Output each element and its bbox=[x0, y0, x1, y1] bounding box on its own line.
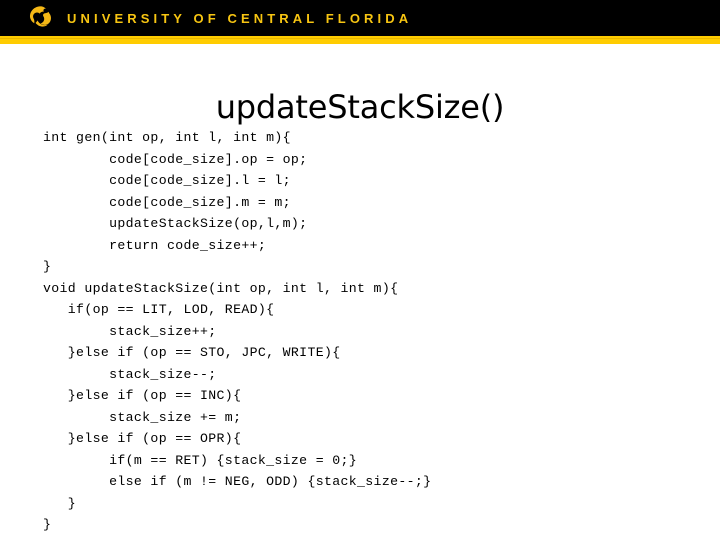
code-line: code[code_size].op = op; bbox=[43, 151, 308, 167]
ucf-pegasus-logo-icon bbox=[29, 6, 52, 27]
code-block: int gen(int op, int l, int m){ code[code… bbox=[43, 127, 703, 536]
slide-title: updateStackSize() bbox=[215, 88, 505, 127]
code-line: stack_size++; bbox=[43, 323, 217, 339]
code-line: if(m == RET) {stack_size = 0;} bbox=[43, 452, 358, 468]
code-line: code[code_size].l = l; bbox=[43, 173, 291, 188]
code-line: } bbox=[43, 517, 52, 532]
header-banner: UNIVERSITY OF CENTRAL FLORIDA bbox=[0, 0, 720, 36]
code-line: updateStackSize(op,l,m); bbox=[43, 216, 308, 231]
code-line: return code_size++; bbox=[43, 237, 267, 253]
slide-root: UNIVERSITY OF CENTRAL FLORIDA updateStac… bbox=[0, 0, 720, 540]
code-line: }else if (op == INC){ bbox=[43, 388, 242, 403]
code-line: code[code_size].m = m; bbox=[43, 194, 291, 210]
code-line: if(op == LIT, LOD, READ){ bbox=[43, 302, 275, 317]
institution-name: UNIVERSITY OF CENTRAL FLORIDA bbox=[67, 10, 413, 26]
code-line: }else if (op == STO, JPC, WRITE){ bbox=[43, 345, 341, 360]
code-line: } bbox=[43, 259, 52, 274]
code-line: stack_size--; bbox=[43, 366, 217, 382]
code-line: void updateStackSize(int op, int l, int … bbox=[43, 280, 399, 296]
code-line: else if (m != NEG, ODD) {stack_size--;} bbox=[43, 474, 432, 489]
code-line: int gen(int op, int l, int m){ bbox=[43, 130, 291, 145]
code-line: stack_size += m; bbox=[43, 409, 242, 425]
code-line: }else if (op == OPR){ bbox=[43, 431, 242, 446]
header-gold-rule-highlight bbox=[0, 38, 720, 39]
code-line: } bbox=[43, 495, 77, 511]
header-gold-rule bbox=[0, 36, 720, 44]
